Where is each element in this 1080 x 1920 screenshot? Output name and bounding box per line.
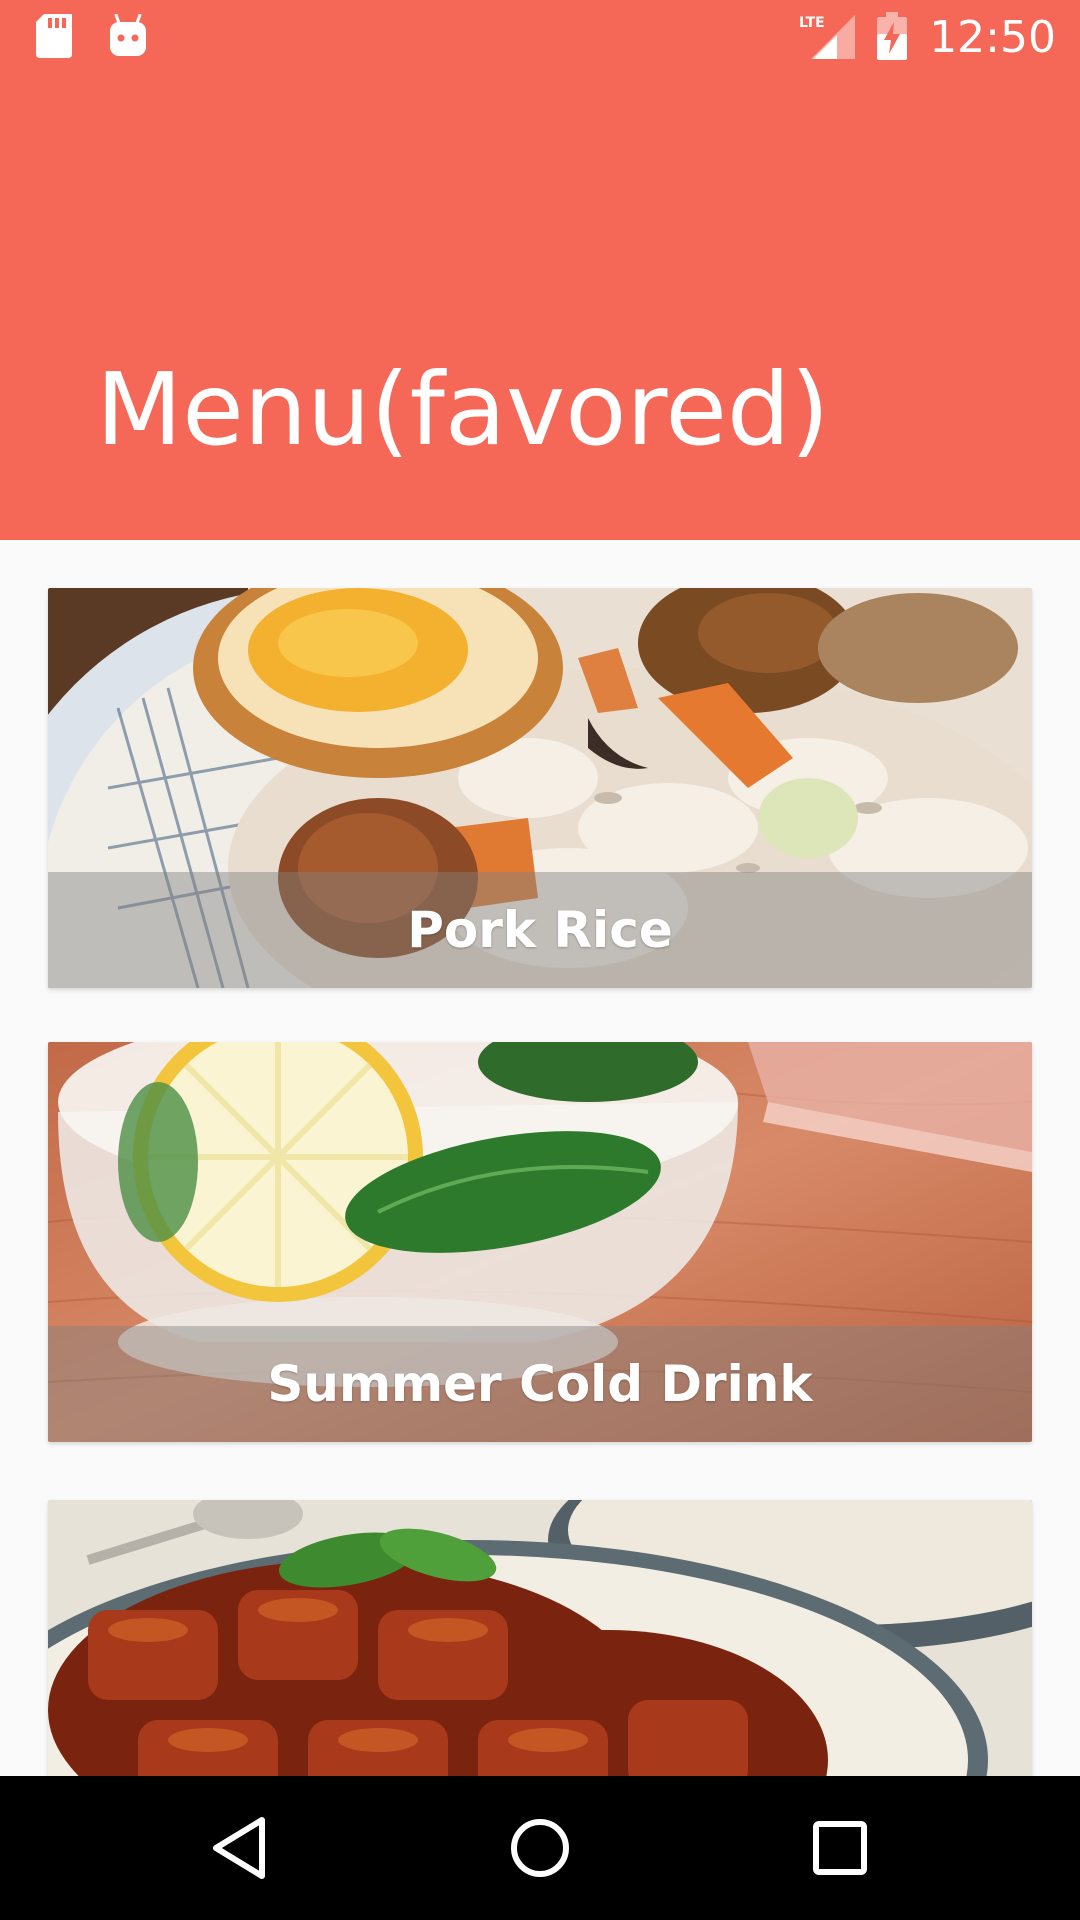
card-label: Summer Cold Drink <box>267 1355 813 1413</box>
battery-charging-icon <box>877 11 908 65</box>
app-bar: LTE 12:50 Menu(favored) <box>0 0 1080 540</box>
home-icon[interactable] <box>504 1812 576 1884</box>
status-right: LTE 12:50 <box>799 10 1056 66</box>
menu-card-pork-rice[interactable]: Pork Rice <box>48 588 1032 988</box>
navigation-bar <box>0 1776 1080 1920</box>
status-bar: LTE 12:50 <box>0 0 1080 72</box>
lte-signal-icon: LTE <box>799 13 856 64</box>
card-label: Pork Rice <box>407 901 673 959</box>
page-title: Menu(favored) <box>96 351 830 468</box>
back-icon[interactable] <box>204 1812 276 1884</box>
menu-card-summer-cold-drink[interactable]: Summer Cold Drink <box>48 1042 1032 1442</box>
sd-card-icon <box>36 14 72 63</box>
status-left <box>36 13 148 63</box>
menu-list[interactable]: Pork Rice Summer Cold Drink <box>0 540 1080 1776</box>
screen: LTE 12:50 Menu(favored) Pork Rice Summer… <box>0 0 1080 1920</box>
card-label-band: Summer Cold Drink <box>48 1326 1032 1442</box>
menu-card-braised-pork[interactable] <box>48 1500 1032 1776</box>
svg-text:LTE: LTE <box>799 15 825 31</box>
status-time: 12:50 <box>929 12 1056 63</box>
braised-pork-photo <box>48 1500 1032 1776</box>
android-icon <box>108 13 148 63</box>
card-label-band: Pork Rice <box>48 872 1032 988</box>
recents-icon[interactable] <box>804 1812 876 1884</box>
